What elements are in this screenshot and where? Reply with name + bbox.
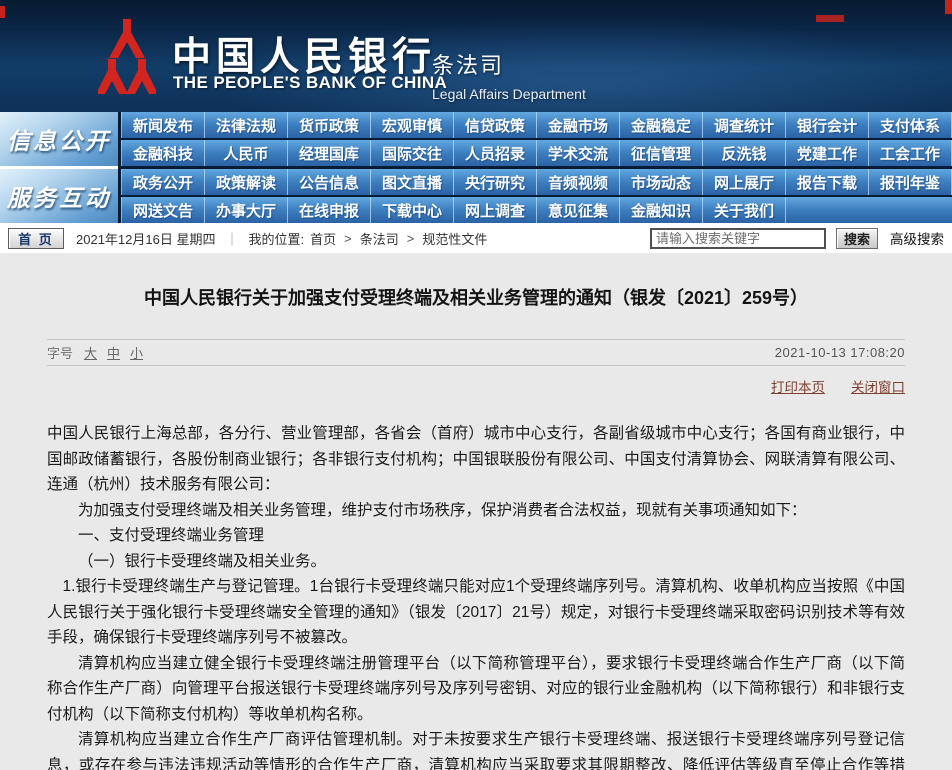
article-title: 中国人民银行关于加强支付受理终端及相关业务管理的通知（银发〔2021〕259号）: [47, 253, 905, 310]
main-navigation: 信息公开 新闻发布法律法规货币政策宏观审慎信贷政策金融市场金融稳定调查统计银行会…: [0, 112, 952, 223]
nav-item[interactable]: 反洗钱: [703, 140, 786, 166]
nav-item[interactable]: 央行研究: [454, 169, 537, 195]
nav-row: 政务公开政策解读公告信息图文直播央行研究音频视频市场动态网上展厅报告下载报刊年鉴: [121, 169, 952, 195]
nav-item[interactable]: 报刊年鉴: [869, 169, 952, 195]
nav-item[interactable]: 政策解读: [205, 169, 288, 195]
nav-item[interactable]: 意见征集: [537, 197, 620, 223]
breadcrumb-normative-docs[interactable]: 规范性文件: [422, 229, 487, 248]
nav-item[interactable]: 法律法规: [205, 112, 288, 138]
department-block: 条法司 Legal Affairs Department: [432, 48, 586, 102]
nav-item[interactable]: 市场动态: [620, 169, 703, 195]
nav-section-label: 信息公开: [0, 112, 118, 166]
article-meta-row: 字号 大中小 2021-10-13 17:08:20: [47, 339, 905, 366]
nav-item[interactable]: 人民币: [205, 140, 288, 166]
nav-rows: 政务公开政策解读公告信息图文直播央行研究音频视频市场动态网上展厅报告下载报刊年鉴…: [121, 169, 952, 223]
nav-item[interactable]: 报告下载: [786, 169, 869, 195]
nav-item[interactable]: 在线申报: [288, 197, 371, 223]
nav-item[interactable]: 图文直播: [371, 169, 454, 195]
article-paragraph: 中国人民银行上海总部，各分行、营业管理部，各省会（首府）城市中心支行，各副省级城…: [47, 421, 905, 498]
nav-item[interactable]: 金融市场: [537, 112, 620, 138]
breadcrumb-separator: >: [344, 231, 352, 246]
department-name-cn: 条法司: [432, 48, 586, 80]
nav-item[interactable]: 货币政策: [288, 112, 371, 138]
font-size-option[interactable]: 中: [107, 346, 120, 361]
nav-item[interactable]: 音频视频: [537, 169, 620, 195]
article-paragraph: 1.银行卡受理终端生产与登记管理。1台银行卡受理终端只能对应1个受理终端序列号。…: [47, 574, 905, 651]
nav-item[interactable]: 信贷政策: [454, 112, 537, 138]
nav-item[interactable]: 办事大厅: [205, 197, 288, 223]
nav-section-services: 服务互动 政务公开政策解读公告信息图文直播央行研究音频视频市场动态网上展厅报告下…: [0, 169, 952, 223]
nav-item[interactable]: 人员招录: [454, 140, 537, 166]
location-prefix: 我的位置:: [248, 229, 304, 248]
search-input[interactable]: [650, 228, 826, 249]
font-size-option[interactable]: 小: [130, 346, 143, 361]
nav-item[interactable]: 党建工作: [786, 140, 869, 166]
article-paragraph: （一）银行卡受理终端及相关业务。: [47, 549, 905, 575]
nav-rows: 新闻发布法律法规货币政策宏观审慎信贷政策金融市场金融稳定调查统计银行会计支付体系…: [121, 112, 952, 166]
nav-item[interactable]: 金融科技: [122, 140, 205, 166]
breadcrumb-home[interactable]: 首页: [310, 229, 336, 248]
nav-item[interactable]: 国际交往: [371, 140, 454, 166]
nav-item[interactable]: 工会工作: [869, 140, 952, 166]
home-button[interactable]: 首 页: [8, 228, 64, 249]
bank-name-en: THE PEOPLE'S BANK OF CHINA: [173, 73, 447, 93]
advanced-search-link[interactable]: 高级搜索: [890, 228, 944, 248]
nav-item[interactable]: 经理国库: [288, 140, 371, 166]
article-paragraph: 为加强支付受理终端及相关业务管理，维护支付市场秩序，保护消费者合法权益，现就有关…: [47, 498, 905, 524]
date-text: 2021年12月16日 星期四: [76, 229, 215, 248]
site-header: 中国人民银行 THE PEOPLE'S BANK OF CHINA 条法司 Le…: [0, 0, 952, 112]
search-group: 搜索 高级搜索: [650, 228, 944, 249]
font-size-options: 大中小: [79, 343, 148, 362]
nav-section-label: 服务互动: [0, 169, 118, 223]
nav-item[interactable]: 金融稳定: [620, 112, 703, 138]
print-page-link[interactable]: 打印本页: [771, 376, 825, 396]
article-paragraph: 清算机构应当建立健全银行卡受理终端注册管理平台（以下简称管理平台），要求银行卡受…: [47, 651, 905, 728]
decor-red-left: [0, 6, 5, 18]
nav-item[interactable]: 征信管理: [620, 140, 703, 166]
breadcrumb: 2021年12月16日 星期四 ｜ 我的位置: 首页 > 条法司 > 规范性文件: [76, 229, 487, 248]
nav-item[interactable]: 金融知识: [620, 197, 703, 223]
nav-row: 金融科技人民币经理国库国际交往人员招录学术交流征信管理反洗钱党建工作工会工作: [121, 140, 952, 166]
publish-timestamp: 2021-10-13 17:08:20: [775, 345, 905, 360]
nav-item[interactable]: 学术交流: [537, 140, 620, 166]
article-container: 中国人民银行关于加强支付受理终端及相关业务管理的通知（银发〔2021〕259号）…: [0, 253, 952, 770]
nav-item[interactable]: 下载中心: [371, 197, 454, 223]
nav-item[interactable]: 银行会计: [786, 112, 869, 138]
nav-item[interactable]: 宏观审慎: [371, 112, 454, 138]
divider: ｜: [225, 229, 238, 248]
nav-item[interactable]: 关于我们: [703, 197, 786, 223]
nav-item[interactable]: 网上调查: [454, 197, 537, 223]
decor-red-right: [945, 0, 952, 14]
nav-item[interactable]: 调查统计: [703, 112, 786, 138]
nav-item[interactable]: 支付体系: [869, 112, 952, 138]
search-button[interactable]: 搜索: [836, 228, 878, 249]
article-body: 中国人民银行上海总部，各分行、营业管理部，各省会（首府）城市中心支行，各副省级城…: [47, 396, 905, 770]
breadcrumb-bar: 首 页 2021年12月16日 星期四 ｜ 我的位置: 首页 > 条法司 > 规…: [0, 223, 952, 253]
nav-row: 网送文告办事大厅在线申报下载中心网上调查意见征集金融知识关于我们: [121, 197, 952, 223]
close-window-link[interactable]: 关闭窗口: [851, 376, 905, 396]
font-size-label: 字号: [47, 343, 73, 362]
department-name-en: Legal Affairs Department: [432, 86, 586, 102]
nav-item[interactable]: 公告信息: [288, 169, 371, 195]
nav-section-info-disclosure: 信息公开 新闻发布法律法规货币政策宏观审慎信贷政策金融市场金融稳定调查统计银行会…: [0, 112, 952, 166]
nav-item[interactable]: 网送文告: [122, 197, 205, 223]
decor-red-dash: [816, 15, 844, 22]
pboc-logo-icon: [98, 18, 156, 98]
article-paragraph: 清算机构应当建立合作生产厂商评估管理机制。对于未按要求生产银行卡受理终端、报送银…: [47, 727, 905, 770]
nav-item[interactable]: 新闻发布: [122, 112, 205, 138]
article-actions-row: 打印本页 关闭窗口: [47, 366, 905, 396]
breadcrumb-separator: >: [407, 231, 415, 246]
article-paragraph: 一、支付受理终端业务管理: [47, 523, 905, 549]
nav-item[interactable]: 网上展厅: [703, 169, 786, 195]
font-size-option[interactable]: 大: [84, 346, 97, 361]
page: { "header": { "bank_name_cn": "中国人民银行", …: [0, 0, 952, 770]
breadcrumb-legal-affairs[interactable]: 条法司: [360, 229, 399, 248]
nav-item[interactable]: 政务公开: [122, 169, 205, 195]
nav-row: 新闻发布法律法规货币政策宏观审慎信贷政策金融市场金融稳定调查统计银行会计支付体系: [121, 112, 952, 138]
